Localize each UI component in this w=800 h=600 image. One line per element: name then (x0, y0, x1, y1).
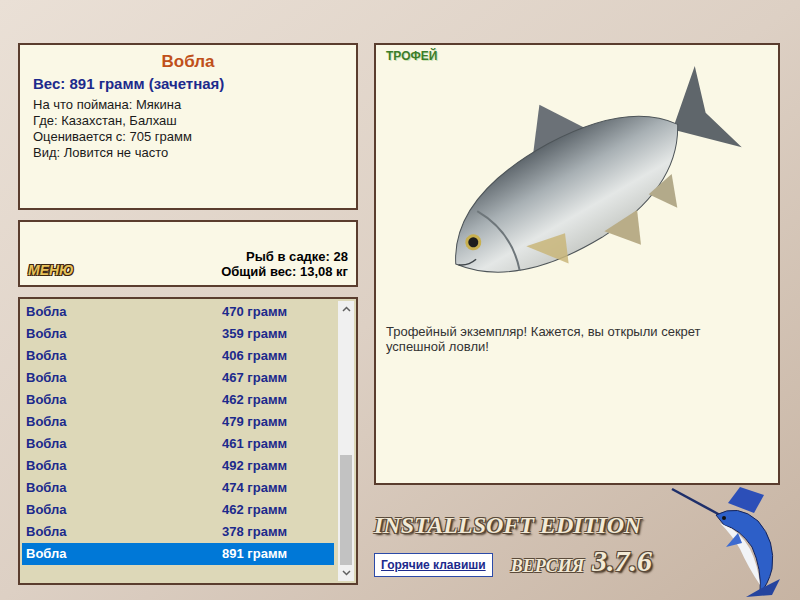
catch-row[interactable]: Вобла470 грамм (22, 301, 334, 323)
catch-list[interactable]: Вобла470 граммВобла359 граммВобла406 гра… (20, 299, 338, 583)
fish-weight: Вес: 891 грамм (зачетная) (33, 74, 343, 94)
catch-row[interactable]: Вобла462 грамм (22, 389, 334, 411)
catch-row[interactable]: Вобла891 грамм (22, 543, 334, 565)
catch-fish-weight: 462 грамм (222, 390, 287, 410)
fish-picture (386, 64, 768, 314)
version-label: ВЕРСИЯ 3.7.6 (511, 545, 652, 577)
catch-fish-name: Вобла (22, 544, 222, 564)
scroll-up-button[interactable] (338, 301, 354, 317)
catch-fish-weight: 479 грамм (222, 412, 287, 432)
fish-detail: На что поймана: Мякина (33, 97, 343, 113)
trophy-message: Трофейный экземпляр! Кажется, вы открыли… (386, 324, 736, 354)
fish-name: Вобла (33, 51, 343, 73)
catch-row[interactable]: Вобла479 грамм (22, 411, 334, 433)
fish-count: Рыб в садке: 28 (246, 249, 348, 264)
catch-fish-weight: 406 грамм (222, 346, 287, 366)
catch-fish-name: Вобла (22, 390, 222, 410)
menu-button[interactable]: МЕНЮ (28, 261, 74, 279)
catch-row[interactable]: Вобла406 грамм (22, 345, 334, 367)
total-weight: Общий вес: 13,08 кг (221, 264, 348, 279)
arrow-down-icon (342, 570, 351, 576)
version-number: 3.7.6 (592, 545, 652, 577)
edition-block: INSTALLSOFT EDITION Горячие клавиши ВЕРС… (374, 485, 668, 600)
fish-info-panel: Вобла Вес: 891 грамм (зачетная) На что п… (18, 43, 358, 210)
scroll-thumb[interactable] (340, 455, 352, 565)
catch-fish-weight: 359 грамм (222, 324, 287, 344)
catch-fish-name: Вобла (22, 456, 222, 476)
edition-title: INSTALLSOFT EDITION (374, 511, 668, 539)
catch-fish-weight: 462 грамм (222, 500, 287, 520)
scroll-down-button[interactable] (338, 565, 354, 581)
catch-row[interactable]: Вобла359 грамм (22, 323, 334, 345)
catch-fish-weight: 891 грамм (222, 544, 287, 564)
fish-detail: Вид: Ловится не часто (33, 145, 343, 161)
catch-row[interactable]: Вобла461 грамм (22, 433, 334, 455)
version-word: ВЕРСИЯ (511, 555, 584, 577)
scrollbar[interactable] (338, 301, 354, 581)
keepnet-summary: Рыб в садке: 28 Общий вес: 13,08 кг (221, 249, 348, 279)
catch-fish-name: Вобла (22, 434, 222, 454)
keepnet-panel: МЕНЮ Рыб в садке: 28 Общий вес: 13,08 кг (18, 220, 358, 287)
fish-detail: Оценивается с: 705 грамм (33, 129, 343, 145)
catch-list-panel: Вобла470 граммВобла359 граммВобла406 гра… (18, 297, 358, 585)
game-screen: Вобла Вес: 891 грамм (зачетная) На что п… (0, 0, 800, 600)
marlin-icon (668, 485, 792, 597)
catch-fish-weight: 467 грамм (222, 368, 287, 388)
fish-detail: Где: Казахстан, Балхаш (33, 113, 343, 129)
version-row: Горячие клавиши ВЕРСИЯ 3.7.6 (374, 545, 668, 577)
trophy-panel: ТРОФЕЙ (374, 43, 780, 485)
logo-area (668, 485, 780, 600)
catch-fish-name: Вобла (22, 522, 222, 542)
trophy-badge: ТРОФЕЙ (386, 48, 768, 64)
catch-fish-name: Вобла (22, 346, 222, 366)
left-column: Вобла Вес: 891 грамм (зачетная) На что п… (18, 43, 358, 600)
catch-fish-weight: 470 грамм (222, 302, 287, 322)
catch-row[interactable]: Вобла474 грамм (22, 477, 334, 499)
catch-fish-name: Вобла (22, 368, 222, 388)
catch-fish-name: Вобла (22, 500, 222, 520)
fish-details: На что поймана: МякинаГде: Казахстан, Ба… (33, 97, 343, 161)
roach-fish-icon (407, 64, 747, 314)
catch-fish-weight: 461 грамм (222, 434, 287, 454)
catch-fish-weight: 378 грамм (222, 522, 287, 542)
catch-row[interactable]: Вобла462 грамм (22, 499, 334, 521)
footer: INSTALLSOFT EDITION Горячие клавиши ВЕРС… (374, 485, 780, 600)
right-column: ТРОФЕЙ (374, 43, 780, 600)
scroll-track[interactable] (338, 317, 354, 565)
catch-fish-name: Вобла (22, 302, 222, 322)
catch-fish-name: Вобла (22, 412, 222, 432)
catch-row[interactable]: Вобла492 грамм (22, 455, 334, 477)
catch-row[interactable]: Вобла467 грамм (22, 367, 334, 389)
arrow-up-icon (342, 306, 351, 312)
catch-fish-name: Вобла (22, 324, 222, 344)
catch-fish-name: Вобла (22, 478, 222, 498)
hotkeys-button[interactable]: Горячие клавиши (374, 553, 493, 577)
catch-row[interactable]: Вобла378 грамм (22, 521, 334, 543)
catch-fish-weight: 474 грамм (222, 478, 287, 498)
catch-fish-weight: 492 грамм (222, 456, 287, 476)
